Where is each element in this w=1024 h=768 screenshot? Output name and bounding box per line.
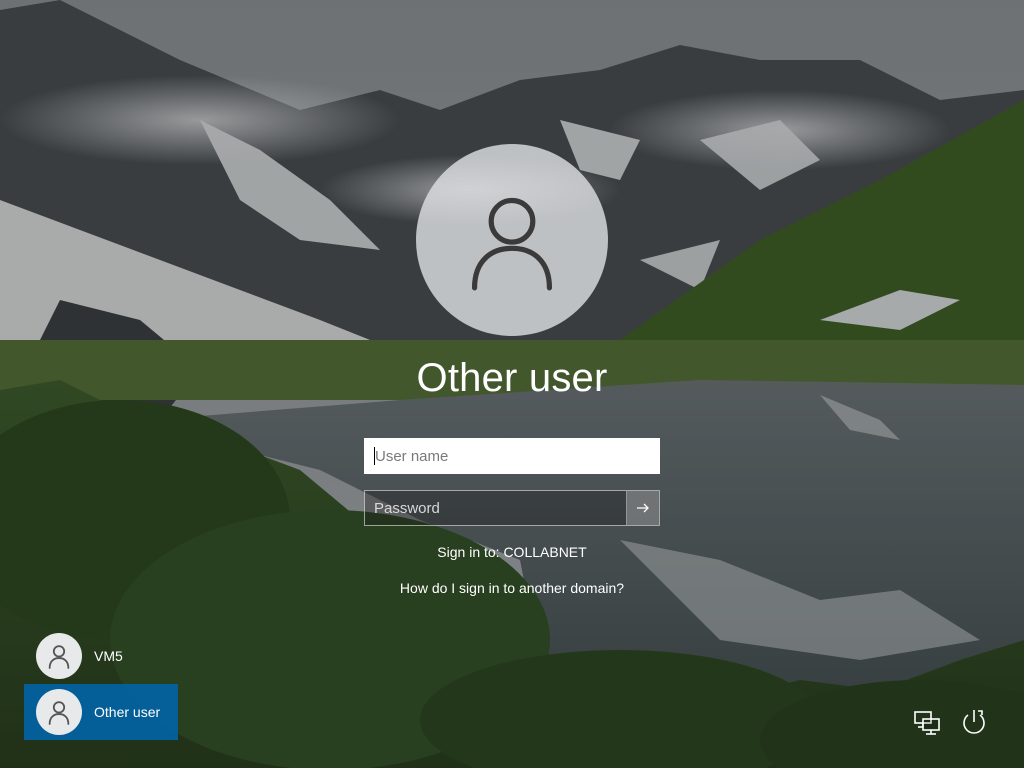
arrow-right-icon (637, 503, 649, 513)
signin-domain-text: Sign in to: COLLABNET (437, 544, 587, 560)
user-tile-avatar (36, 633, 82, 679)
submit-button[interactable] (626, 491, 659, 525)
password-input[interactable] (365, 491, 626, 525)
user-tile-avatar (36, 689, 82, 735)
person-icon (48, 645, 70, 669)
username-input[interactable] (364, 438, 660, 474)
user-list: VM5 Other user (24, 628, 178, 740)
password-field-group (364, 490, 660, 526)
person-icon (471, 197, 553, 291)
network-button[interactable] (911, 706, 943, 738)
network-icon (914, 711, 940, 735)
user-avatar (416, 144, 608, 336)
user-tile-vm5[interactable]: VM5 (24, 628, 178, 684)
user-tile-label: Other user (94, 704, 161, 720)
person-icon (48, 701, 70, 725)
other-domain-help-link[interactable]: How do I sign in to another domain? (312, 580, 712, 596)
user-tile-label: VM5 (94, 648, 123, 664)
text-caret (374, 447, 375, 465)
ease-of-access-power-button[interactable] (958, 706, 990, 738)
user-tile-other-user[interactable]: Other user (24, 684, 178, 740)
signin-display-name: Other user (416, 356, 608, 400)
power-icon (963, 710, 985, 734)
